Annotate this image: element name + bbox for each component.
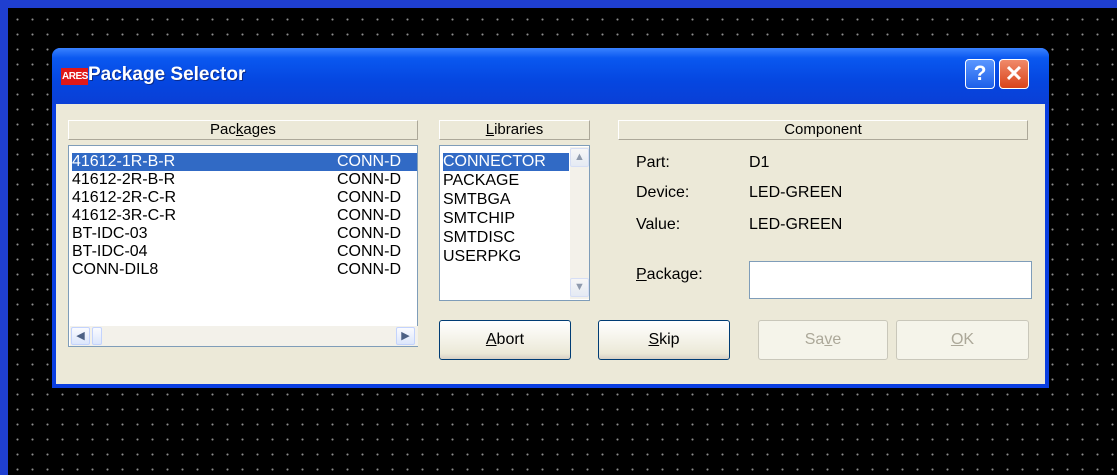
- abort-button[interactable]: Abort: [439, 320, 571, 360]
- horizontal-scroll-thumb[interactable]: [92, 327, 102, 345]
- package-row[interactable]: BT-IDC-03 CONN-D: [72, 225, 417, 243]
- packages-horizontal-scrollbar[interactable]: ◀ ▶: [70, 326, 418, 346]
- package-field-label: Package:: [636, 266, 703, 283]
- help-button[interactable]: ?: [965, 59, 995, 89]
- packages-list[interactable]: 41612-1R-B-R CONN-D 41612-2R-B-R CONN-D 41…: [68, 145, 418, 347]
- device-label: Device:: [636, 184, 690, 201]
- library-item[interactable]: SMTBGA: [443, 191, 569, 209]
- part-value: D1: [749, 154, 770, 171]
- package-row[interactable]: 41612-2R-B-R CONN-D: [72, 171, 417, 189]
- scroll-left-icon[interactable]: ◀: [71, 327, 90, 345]
- value-value: LED-GREEN: [749, 216, 843, 233]
- close-button[interactable]: ✕: [999, 59, 1029, 89]
- package-row[interactable]: 41612-2R-C-R CONN-D: [72, 189, 417, 207]
- package-row[interactable]: CONN-DIL8 CONN-D: [72, 261, 417, 279]
- library-item[interactable]: SMTDISC: [443, 229, 569, 247]
- component-header: Component: [618, 120, 1028, 140]
- ares-logo-icon: ARES: [61, 68, 88, 85]
- library-item[interactable]: SMTCHIP: [443, 210, 569, 228]
- package-input[interactable]: [749, 261, 1032, 299]
- library-item[interactable]: CONNECTOR: [443, 153, 569, 171]
- package-row[interactable]: 41612-1R-B-R CONN-D: [72, 153, 417, 171]
- dialog-client-area: Packages 41612-1R-B-R CONN-D 41612-2R-B-R…: [56, 104, 1045, 384]
- scroll-up-icon[interactable]: ▲: [570, 148, 589, 167]
- save-button[interactable]: Save: [758, 320, 888, 360]
- packages-header[interactable]: Packages: [68, 120, 418, 140]
- part-label: Part:: [636, 154, 670, 171]
- package-selector-dialog: ARES Package Selector ? ✕ Packages 41612…: [52, 48, 1049, 388]
- library-item[interactable]: PACKAGE: [443, 172, 569, 190]
- ok-button[interactable]: OK: [896, 320, 1029, 360]
- skip-button[interactable]: Skip: [598, 320, 730, 360]
- library-item[interactable]: USERPKG: [443, 248, 569, 266]
- scroll-down-icon[interactable]: ▼: [570, 278, 589, 297]
- title-bar[interactable]: ARES Package Selector ? ✕: [52, 48, 1049, 104]
- libraries-list[interactable]: CONNECTOR PACKAGE SMTBGA SMTCHIP SMTDISC…: [439, 145, 590, 301]
- package-row[interactable]: BT-IDC-04 CONN-D: [72, 243, 417, 261]
- libraries-vertical-scrollbar[interactable]: ▲ ▼: [570, 147, 589, 299]
- value-label: Value:: [636, 216, 681, 233]
- window-title: Package Selector: [88, 64, 246, 85]
- libraries-header[interactable]: Libraries: [439, 120, 590, 140]
- package-row[interactable]: 41612-3R-C-R CONN-D: [72, 207, 417, 225]
- device-value: LED-GREEN: [749, 184, 843, 201]
- scroll-right-icon[interactable]: ▶: [396, 327, 415, 345]
